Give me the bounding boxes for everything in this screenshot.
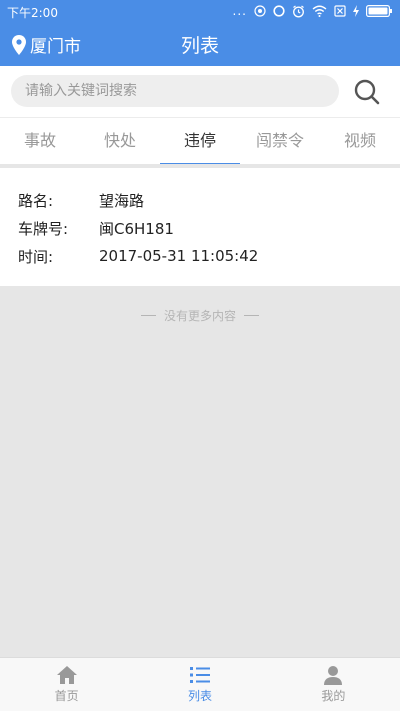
city-name: 厦门市 [30,37,81,57]
person-icon [324,666,343,685]
city-selector[interactable]: 厦门市 [12,32,81,57]
time-value: 2017-05-31 11:05:42 [99,247,259,265]
nav-home-label: 首页 [54,689,79,703]
search-input[interactable] [11,75,339,107]
wifi-icon [312,5,327,17]
record-plate-row: 车牌号: 闽C6H181 [18,217,174,239]
hotspot-icon [254,5,266,17]
no-more-content: 没有更多内容 [0,307,400,324]
nav-home[interactable]: 首页 [0,658,133,711]
charging-icon [353,5,359,17]
plate-label: 车牌号: [18,219,69,238]
time-label: 时间: [18,247,54,266]
record-road-row: 路名: 望海路 [18,189,144,211]
nav-list[interactable]: 列表 [133,658,266,711]
alarm-icon [293,5,304,17]
status-bar: 下午2:00 ... [0,0,400,22]
violation-record-card[interactable]: 路名: 望海路 车牌号: 闽C6H181 时间: 2017-05-31 11:0… [0,168,400,286]
search-area [0,66,400,117]
divider-line [140,315,156,316]
road-value: 望海路 [99,191,145,210]
list-icon [189,667,210,683]
road-label: 路名: [18,191,54,210]
nav-profile-label: 我的 [321,689,346,703]
nav-list-label: 列表 [187,689,212,703]
location-pin-icon [12,34,26,55]
app-bar: 厦门市 列表 [0,22,400,66]
tab-video[interactable]: 视频 [320,118,400,164]
no-sim-icon [334,5,346,17]
sync-icon [273,5,285,17]
divider-line [244,315,259,316]
tab-accident[interactable]: 事故 [0,118,80,164]
category-tabs: 事故 快处 违停 闯禁令 视频 [0,117,400,166]
search-button[interactable] [352,77,384,107]
tab-restriction-violation[interactable]: 闯禁令 [240,118,320,164]
battery-icon [366,5,392,17]
tab-illegal-parking[interactable]: 违停 [160,118,240,166]
record-time-row: 时间: 2017-05-31 11:05:42 [18,245,258,267]
home-icon [56,666,77,684]
more-dots-icon: ... [232,4,247,18]
no-more-text: 没有更多内容 [163,309,236,323]
search-icon [354,79,380,105]
plate-value: 闽C6H181 [99,219,174,238]
nav-profile[interactable]: 我的 [267,658,400,711]
status-icons: ... [233,4,392,18]
bottom-nav: 首页 列表 我的 [0,657,400,711]
status-time: 下午2:00 [7,6,58,20]
tab-quick-handling[interactable]: 快处 [80,118,160,164]
